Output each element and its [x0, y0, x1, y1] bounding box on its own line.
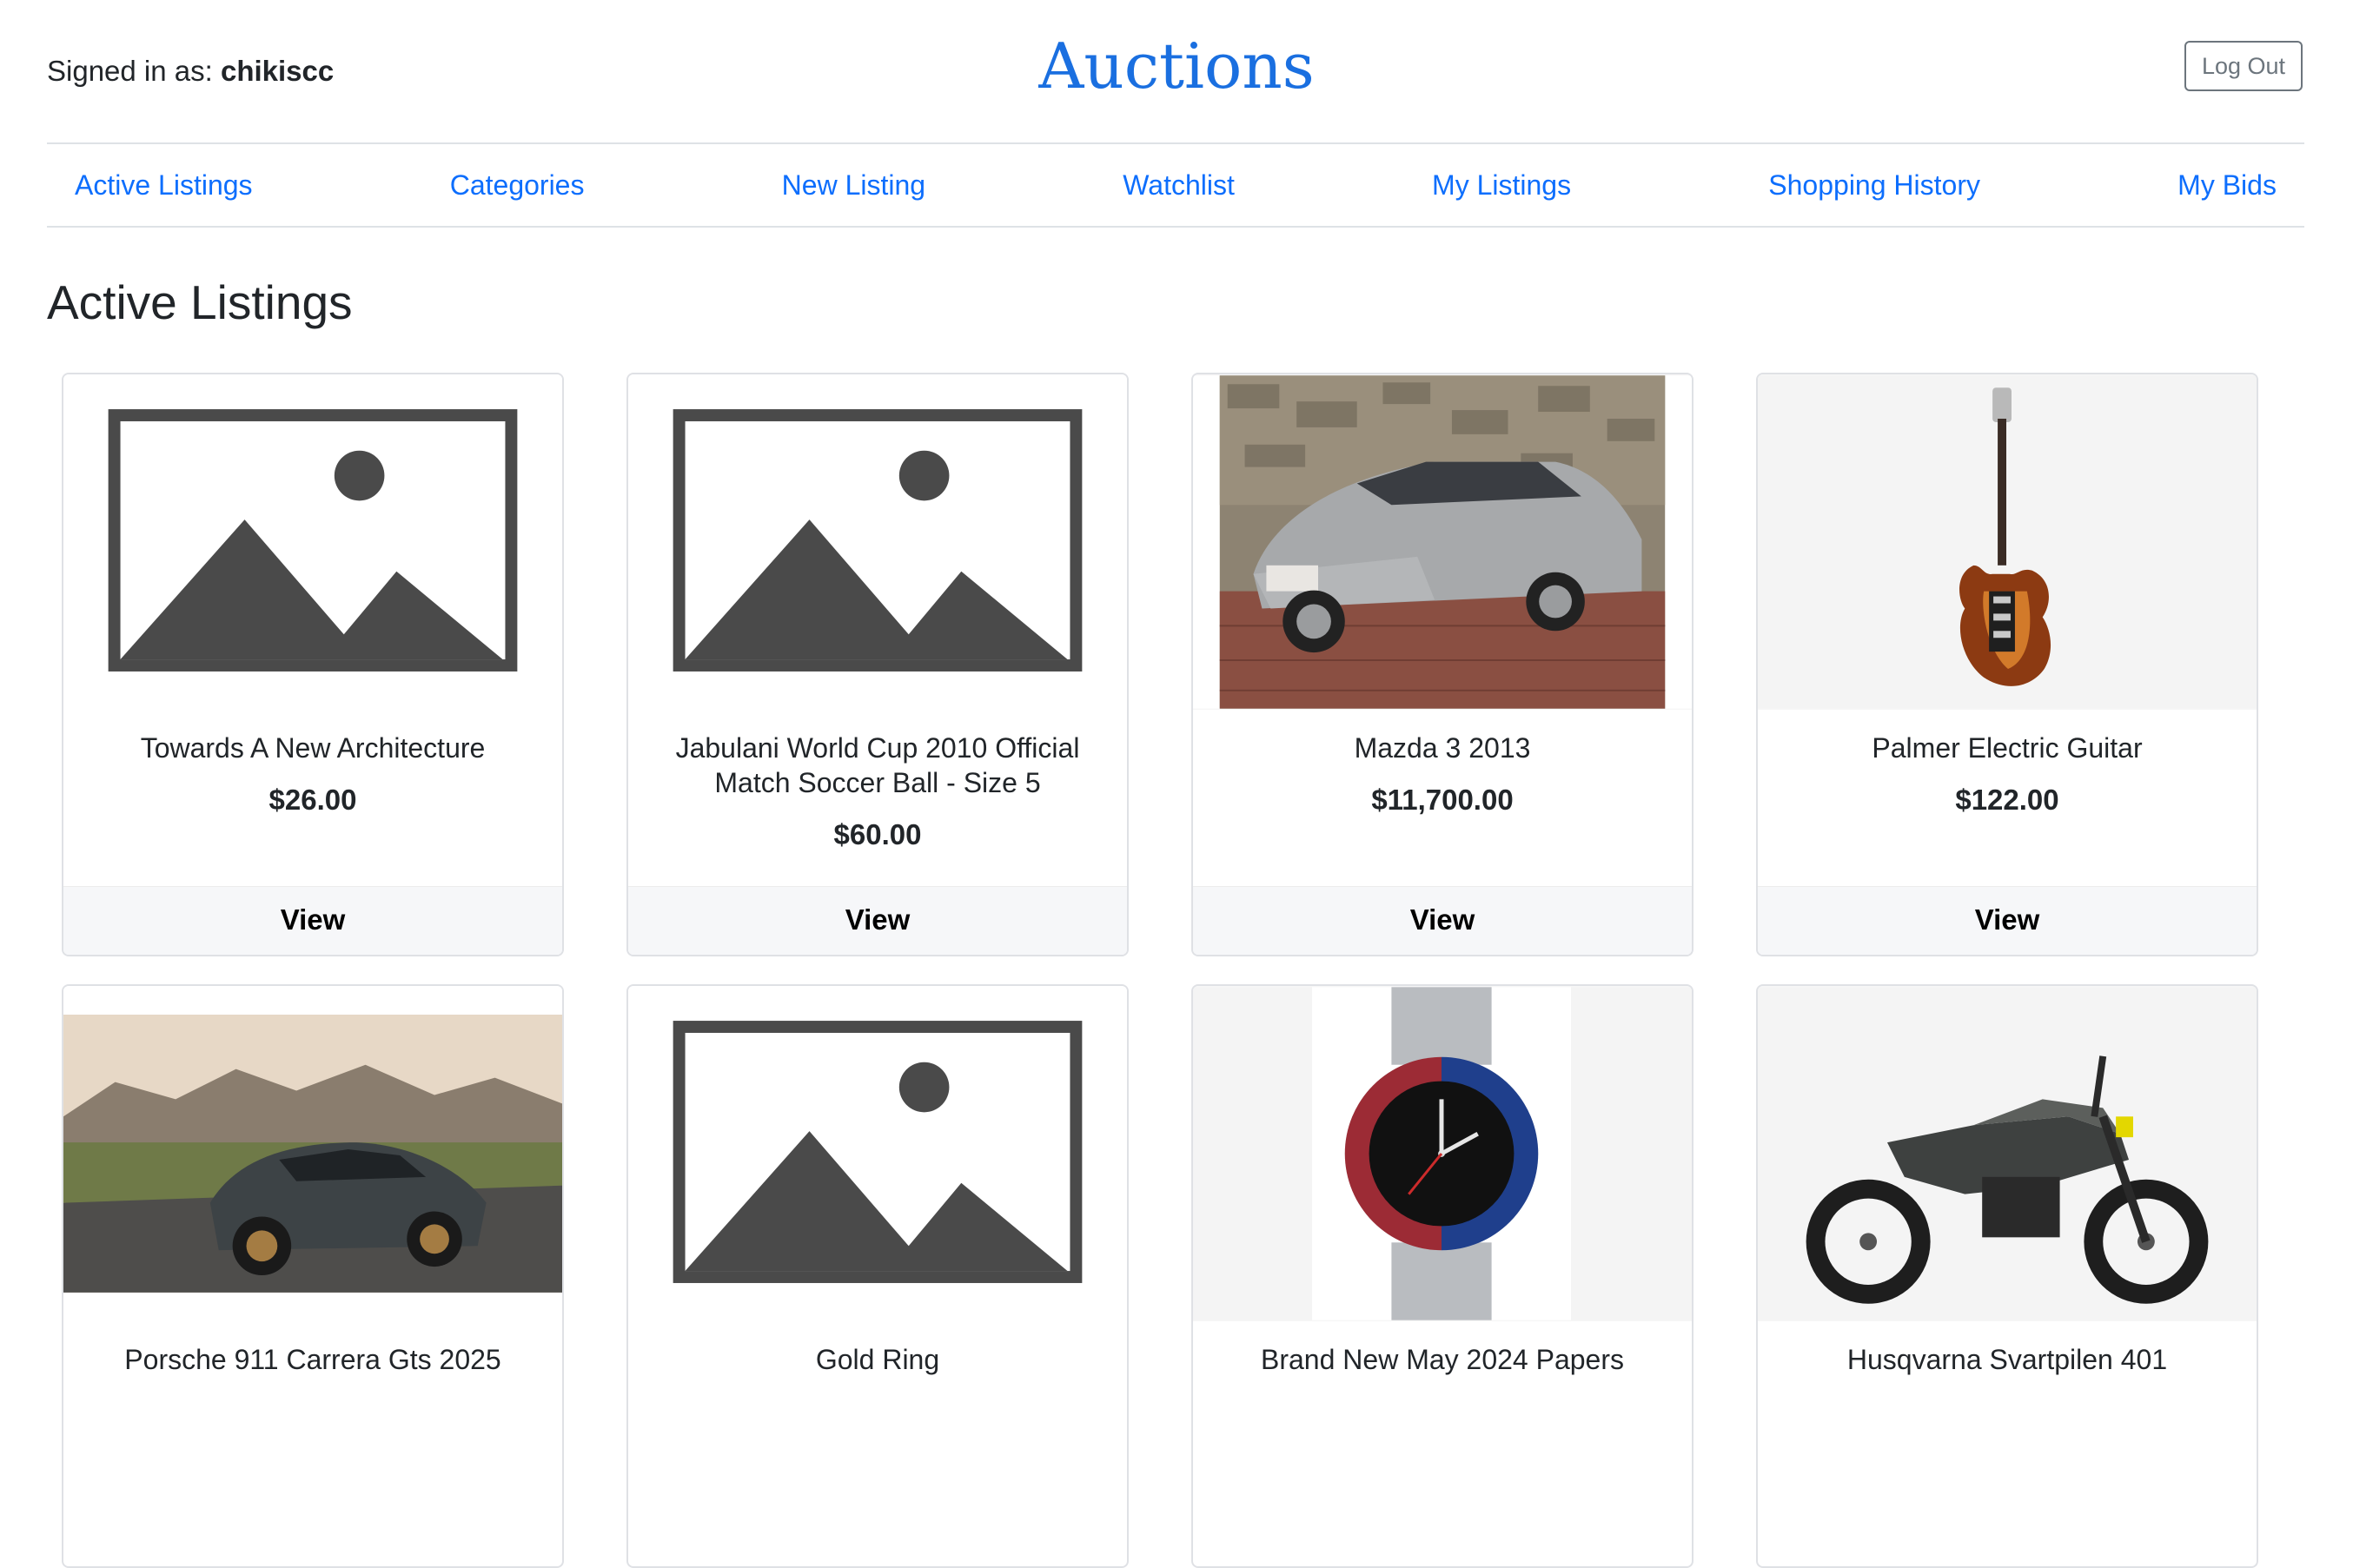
page-title: Active Listings: [47, 275, 353, 329]
watch-photo[interactable]: [1193, 986, 1692, 1321]
nav-my-listings[interactable]: My Listings: [1432, 169, 1571, 202]
listing-card: Brand New May 2024 Papers: [1191, 984, 1693, 1568]
listing-price: $60.00: [833, 818, 922, 850]
listing-card: Gold Ring: [626, 984, 1129, 1568]
guitar-photo[interactable]: [1758, 374, 2257, 710]
listing-body: Palmer Electric Guitar $122.00: [1758, 731, 2257, 817]
view-button[interactable]: View: [1193, 886, 1692, 955]
nav-categories[interactable]: Categories: [450, 169, 585, 202]
watch-photo: [1193, 987, 1692, 1320]
listing-body: Mazda 3 2013 $11,700.00: [1193, 731, 1692, 817]
sports-car-photo: [63, 987, 562, 1320]
listing-title[interactable]: Porsche 911 Carrera Gts 2025: [63, 1342, 562, 1377]
nav-shopping-history[interactable]: Shopping History: [1768, 169, 1980, 202]
listing-body: Gold Ring: [628, 1342, 1127, 1377]
placeholder-image-icon[interactable]: [63, 374, 562, 710]
guitar-photo: [1758, 375, 2257, 709]
view-button[interactable]: View: [63, 886, 562, 955]
car-photo[interactable]: [1193, 374, 1692, 710]
main-nav: Active Listings Categories New Listing W…: [47, 142, 2304, 228]
listing-body: Porsche 911 Carrera Gts 2025: [63, 1342, 562, 1377]
listing-price: $11,700.00: [1371, 784, 1514, 816]
listing-card: Towards A New Architecture $26.00 View: [62, 373, 564, 956]
listing-title[interactable]: Palmer Electric Guitar: [1758, 731, 2257, 765]
nav-active-listings[interactable]: Active Listings: [75, 169, 253, 202]
listing-card: Husqvarna Svartpilen 401: [1756, 984, 2258, 1568]
car-photo: [1193, 375, 1692, 709]
view-button[interactable]: View: [1758, 886, 2257, 955]
motorcycle-photo: [1758, 987, 2257, 1320]
site-title[interactable]: Auctions: [0, 23, 2353, 109]
nav-watchlist[interactable]: Watchlist: [1123, 169, 1235, 202]
sports-car-photo[interactable]: [63, 986, 562, 1321]
placeholder-image-icon[interactable]: [628, 374, 1127, 710]
motorcycle-photo[interactable]: [1758, 986, 2257, 1321]
listing-body: Towards A New Architecture $26.00: [63, 731, 562, 817]
logout-button[interactable]: Log Out: [2184, 41, 2303, 91]
listing-title[interactable]: Towards A New Architecture: [63, 731, 562, 765]
listing-card: Palmer Electric Guitar $122.00 View: [1756, 373, 2258, 956]
listing-title[interactable]: Husqvarna Svartpilen 401: [1758, 1342, 2257, 1377]
listing-title[interactable]: Gold Ring: [628, 1342, 1127, 1377]
listing-card: Mazda 3 2013 $11,700.00 View: [1191, 373, 1693, 956]
listing-price: $122.00: [1955, 784, 2059, 816]
listing-body: Husqvarna Svartpilen 401: [1758, 1342, 2257, 1377]
placeholder-image-icon[interactable]: [628, 986, 1127, 1321]
listing-title[interactable]: Mazda 3 2013: [1193, 731, 1692, 765]
listing-price: $26.00: [268, 784, 357, 816]
view-button[interactable]: View: [628, 886, 1127, 955]
placeholder-image-icon: [673, 1021, 1083, 1283]
listing-body: Brand New May 2024 Papers: [1193, 1342, 1692, 1377]
page: Signed in as: chikiscc Auctions Log Out …: [0, 0, 2353, 1568]
nav-new-listing[interactable]: New Listing: [782, 169, 925, 202]
listing-card: Jabulani World Cup 2010 Official Match S…: [626, 373, 1129, 956]
listing-title[interactable]: Jabulani World Cup 2010 Official Match S…: [628, 731, 1127, 800]
placeholder-image-icon: [673, 409, 1083, 672]
listing-body: Jabulani World Cup 2010 Official Match S…: [628, 731, 1127, 852]
listing-card: Porsche 911 Carrera Gts 2025: [62, 984, 564, 1568]
listing-title[interactable]: Brand New May 2024 Papers: [1193, 1342, 1692, 1377]
placeholder-image-icon: [108, 409, 518, 672]
nav-my-bids[interactable]: My Bids: [2177, 169, 2277, 202]
